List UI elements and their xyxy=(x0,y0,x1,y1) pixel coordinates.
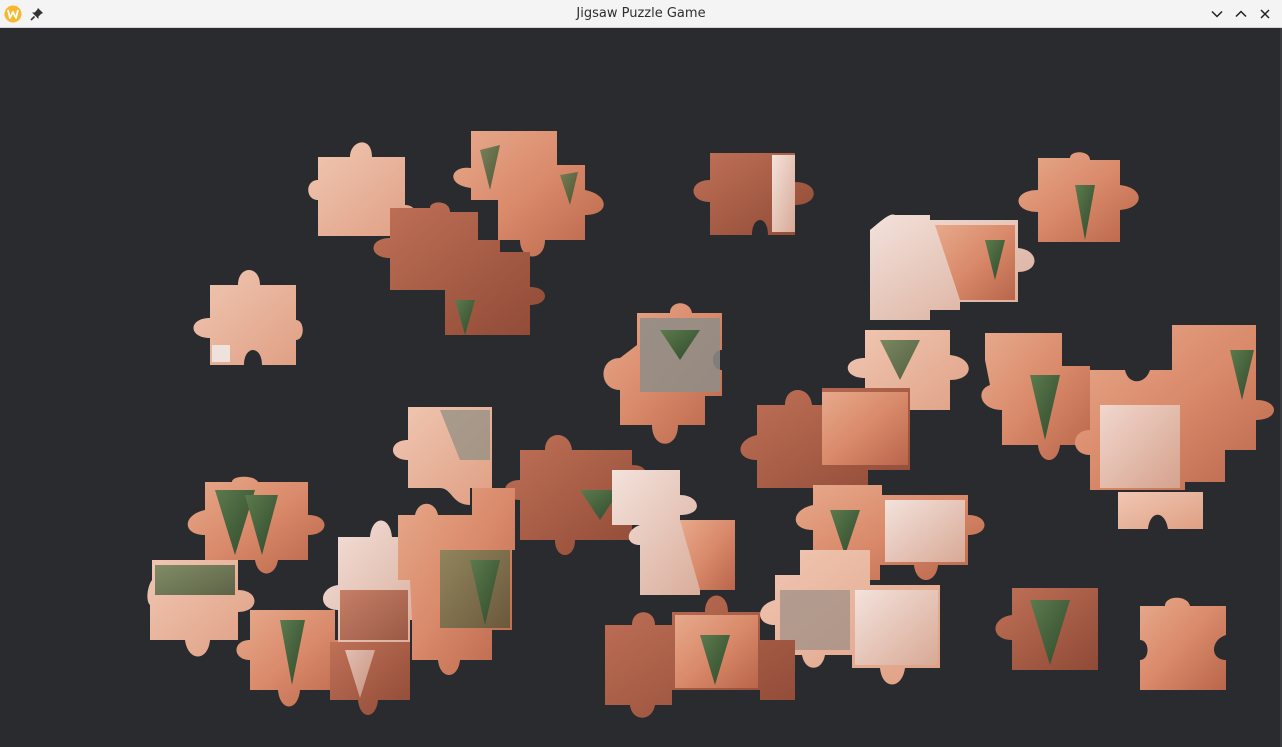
puzzle-piece[interactable] xyxy=(1140,597,1226,690)
app-window: Jigsaw Puzzle Game xyxy=(0,0,1282,747)
puzzle-piece[interactable] xyxy=(995,588,1099,670)
close-button[interactable] xyxy=(1256,5,1274,23)
puzzle-piece[interactable] xyxy=(1075,325,1274,490)
puzzle-pieces-layer xyxy=(147,131,1274,718)
puzzle-piece[interactable] xyxy=(1018,152,1139,242)
puzzle-board[interactable] xyxy=(0,28,1282,747)
puzzle-piece[interactable] xyxy=(612,470,735,595)
close-icon xyxy=(1260,9,1270,19)
chevron-up-icon xyxy=(1235,10,1247,18)
puzzle-piece[interactable] xyxy=(193,270,303,365)
maximize-button[interactable] xyxy=(1232,5,1250,23)
chevron-down-icon xyxy=(1211,10,1223,18)
puzzle-piece[interactable] xyxy=(603,303,723,444)
window-title: Jigsaw Puzzle Game xyxy=(576,6,706,21)
puzzle-piece[interactable] xyxy=(693,153,814,235)
puzzle-piece[interactable] xyxy=(330,642,410,715)
minimize-button[interactable] xyxy=(1208,5,1226,23)
title-bar[interactable]: Jigsaw Puzzle Game xyxy=(0,0,1282,28)
puzzle-piece[interactable] xyxy=(981,333,1090,460)
puzzle-piece[interactable] xyxy=(398,488,515,675)
puzzle-piece[interactable] xyxy=(147,560,255,657)
puzzle-piece[interactable] xyxy=(740,388,911,497)
puzzle-piece[interactable] xyxy=(870,214,1035,320)
puzzle-piece[interactable] xyxy=(187,476,325,574)
puzzle-piece[interactable] xyxy=(1118,492,1203,529)
